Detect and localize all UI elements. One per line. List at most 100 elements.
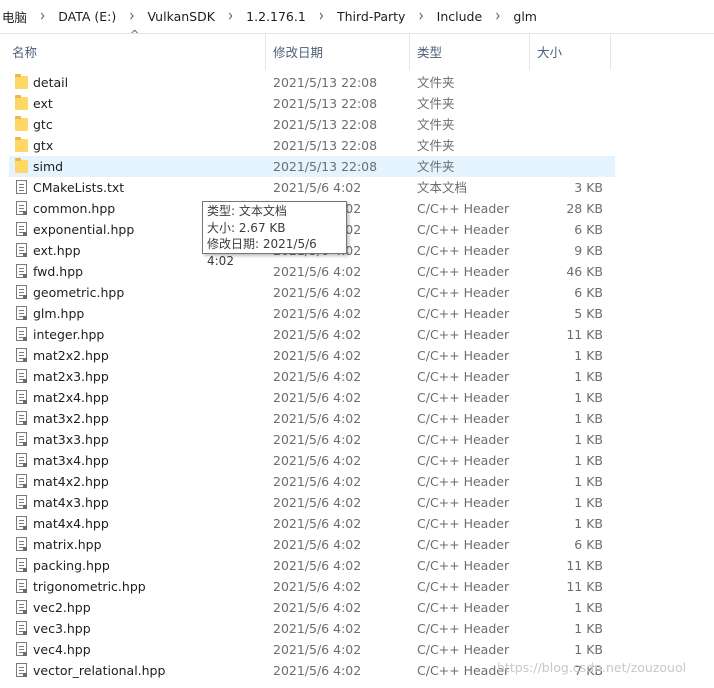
header-file-icon xyxy=(16,306,27,320)
file-row[interactable]: matrix.hpp 2021/5/6 4:02 C/C++ Header 6 KB xyxy=(0,534,714,555)
file-row[interactable]: common.hpp2021/5/6 4:02C/C++ Header28 KB xyxy=(0,198,714,219)
file-name: mat4x2.hpp xyxy=(33,474,109,489)
file-size: 6 KB xyxy=(574,285,603,300)
file-size: 1 KB xyxy=(574,516,603,531)
file-size: 1 KB xyxy=(574,453,603,468)
file-type: C/C++ Header xyxy=(417,600,510,615)
file-type: C/C++ Header xyxy=(417,474,510,489)
column-header-type[interactable]: 类型 xyxy=(410,34,530,70)
file-row[interactable]: fwd.hpp 2021/5/6 4:02 C/C++ Header 46 KB xyxy=(0,261,714,282)
file-name: vec4.hpp xyxy=(33,642,91,657)
file-name: mat2x4.hpp xyxy=(33,390,109,405)
file-size: 46 KB xyxy=(566,264,603,279)
file-name: integer.hpp xyxy=(33,327,105,342)
file-type: C/C++ Header xyxy=(417,306,510,321)
folder-icon xyxy=(15,95,28,110)
file-name: trigonometric.hpp xyxy=(33,579,146,594)
column-header-name[interactable]: 名称 xyxy=(0,34,266,70)
file-date: 2021/5/13 22:08 xyxy=(273,138,378,153)
file-type: C/C++ Header xyxy=(417,537,510,552)
breadcrumb-separator-icon[interactable]: › xyxy=(31,7,54,27)
file-row[interactable]: integer.hpp 2021/5/6 4:02 C/C++ Header 11 K… xyxy=(0,324,714,345)
header-file-icon xyxy=(16,285,27,299)
header-file-icon xyxy=(16,222,27,236)
file-row[interactable]: vec2.hpp 2021/5/6 4:02 C/C++ Header 1 KB xyxy=(0,597,714,618)
breadcrumb-item[interactable]: 1.2.176.1 xyxy=(242,9,310,24)
file-row[interactable]: mat2x3.hpp 2021/5/6 4:02 C/C++ Header 1 KB xyxy=(0,366,714,387)
file-row[interactable]: mat4x4.hpp 2021/5/6 4:02 C/C++ Header 1 KB xyxy=(0,513,714,534)
file-row[interactable]: CMakeLists.txt 2021/5/6 4:02 文本文档 3 KB xyxy=(0,177,714,198)
breadcrumb-item[interactable]: VulkanSDK xyxy=(143,9,218,24)
header-file-icon xyxy=(16,243,27,257)
file-size: 9 KB xyxy=(574,243,603,258)
file-name: mat3x4.hpp xyxy=(33,453,109,468)
file-size: 6 KB xyxy=(574,222,603,237)
file-row[interactable]: ext.hpp2021/5/6 4:02C/C++ Header9 KB xyxy=(0,240,714,261)
file-name: CMakeLists.txt xyxy=(33,180,125,195)
file-row[interactable]: detail 2021/5/13 22:08 文件夹 xyxy=(0,72,714,93)
file-name: ext xyxy=(33,96,53,111)
file-row[interactable]: simd 2021/5/13 22:08 文件夹 xyxy=(9,156,615,177)
file-name: mat2x2.hpp xyxy=(33,348,109,363)
file-name: vec2.hpp xyxy=(33,600,91,615)
file-row[interactable]: mat2x4.hpp 2021/5/6 4:02 C/C++ Header 1 KB xyxy=(0,387,714,408)
breadcrumb-separator-icon[interactable]: › xyxy=(219,7,242,27)
breadcrumb-separator-icon[interactable]: › xyxy=(310,7,333,27)
header-file-icon xyxy=(16,432,27,446)
breadcrumb-item[interactable]: Third-Party xyxy=(333,9,409,24)
file-size: 28 KB xyxy=(566,201,603,216)
file-row[interactable]: vec3.hpp 2021/5/6 4:02 C/C++ Header 1 KB xyxy=(0,618,714,639)
column-header-date[interactable]: 修改日期 xyxy=(266,34,410,70)
file-row[interactable]: ext 2021/5/13 22:08 文件夹 xyxy=(0,93,714,114)
header-file-icon xyxy=(16,453,27,467)
file-size: 1 KB xyxy=(574,348,603,363)
column-header-size[interactable]: 大小 xyxy=(530,34,611,70)
file-row[interactable]: exponential.hpp2021/5/6 4:02C/C++ Header… xyxy=(0,219,714,240)
file-name: gtx xyxy=(33,138,54,153)
breadcrumb-item[interactable]: glm xyxy=(509,9,541,24)
breadcrumb-separator-icon[interactable]: › xyxy=(120,7,143,27)
breadcrumb-item[interactable]: 电脑 xyxy=(0,7,31,26)
file-row[interactable]: geometric.hpp 2021/5/6 4:02 C/C++ Header 6 … xyxy=(0,282,714,303)
file-row[interactable]: mat4x3.hpp 2021/5/6 4:02 C/C++ Header 1 KB xyxy=(0,492,714,513)
file-row[interactable]: gtc 2021/5/13 22:08 文件夹 xyxy=(0,114,714,135)
file-row[interactable]: vec4.hpp 2021/5/6 4:02 C/C++ Header 1 KB xyxy=(0,639,714,660)
file-row[interactable]: packing.hpp 2021/5/6 4:02 C/C++ Header 11 K… xyxy=(0,555,714,576)
file-row[interactable]: glm.hpp 2021/5/6 4:02 C/C++ Header 5 KB xyxy=(0,303,714,324)
file-name: mat3x2.hpp xyxy=(33,411,109,426)
file-name: mat4x4.hpp xyxy=(33,516,109,531)
file-row[interactable]: mat3x4.hpp 2021/5/6 4:02 C/C++ Header 1 KB xyxy=(0,450,714,471)
file-type: C/C++ Header xyxy=(417,558,510,573)
header-file-icon xyxy=(16,579,27,593)
file-type: C/C++ Header xyxy=(417,243,510,258)
file-date: 2021/5/6 4:02 xyxy=(273,537,362,552)
file-size: 1 KB xyxy=(574,432,603,447)
file-row[interactable]: mat3x2.hpp 2021/5/6 4:02 C/C++ Header 1 KB xyxy=(0,408,714,429)
breadcrumb-separator-icon[interactable]: › xyxy=(486,7,509,27)
folder-icon xyxy=(15,74,28,89)
breadcrumb-item[interactable]: Include xyxy=(433,9,487,24)
file-date: 2021/5/6 4:02 xyxy=(273,642,362,657)
file-name: gtc xyxy=(33,117,53,132)
file-date: 2021/5/6 4:02 xyxy=(273,285,362,300)
file-row[interactable]: trigonometric.hpp 2021/5/6 4:02 C/C++ Head… xyxy=(0,576,714,597)
header-file-icon xyxy=(16,663,27,677)
header-file-icon xyxy=(16,621,27,635)
file-date: 2021/5/6 4:02 xyxy=(273,621,362,636)
file-date: 2021/5/6 4:02 xyxy=(273,516,362,531)
file-row[interactable]: mat2x2.hpp 2021/5/6 4:02 C/C++ Header 1 KB xyxy=(0,345,714,366)
file-type: C/C++ Header xyxy=(417,621,510,636)
file-row[interactable]: mat4x2.hpp 2021/5/6 4:02 C/C++ Header 1 KB xyxy=(0,471,714,492)
file-name: vec3.hpp xyxy=(33,621,91,636)
breadcrumb-item[interactable]: DATA (E:) xyxy=(54,9,120,24)
breadcrumb-separator-icon[interactable]: › xyxy=(409,7,432,27)
file-size: 1 KB xyxy=(574,600,603,615)
file-row[interactable]: gtx 2021/5/13 22:08 文件夹 xyxy=(0,135,714,156)
file-name: vector_relational.hpp xyxy=(33,663,166,678)
file-type: 文件夹 xyxy=(417,75,455,90)
file-type: 文本文档 xyxy=(417,180,468,195)
breadcrumb: 电脑 › DATA (E:) › VulkanSDK › 1.2.176.1 › Third-P… xyxy=(0,0,714,34)
file-row[interactable]: mat3x3.hpp 2021/5/6 4:02 C/C++ Header 1 KB xyxy=(0,429,714,450)
file-name: mat4x3.hpp xyxy=(33,495,109,510)
file-name: detail xyxy=(33,75,69,90)
